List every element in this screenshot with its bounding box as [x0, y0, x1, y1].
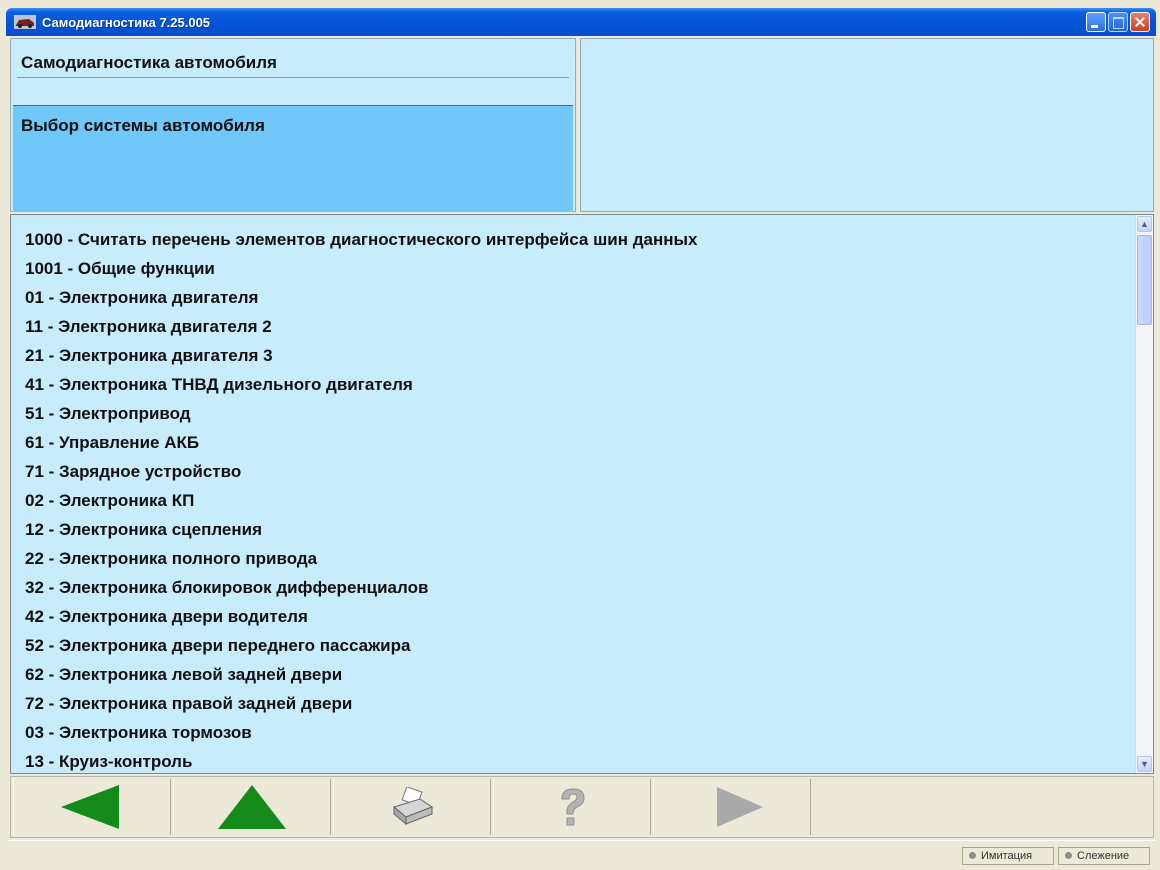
divider: [17, 77, 569, 78]
minimize-button[interactable]: [1086, 12, 1106, 32]
print-button[interactable]: [333, 779, 491, 835]
list-item[interactable]: 03 - Электроника тормозов: [11, 718, 1135, 747]
app-window: Самодиагностика 7.25.005 Самодиагностика…: [0, 0, 1160, 870]
scroll-thumb[interactable]: [1137, 235, 1152, 325]
status-dot-icon: [1065, 851, 1072, 859]
info-panel: [580, 38, 1154, 212]
list-item[interactable]: 01 - Электроника двигателя: [11, 283, 1135, 312]
list-item[interactable]: 21 - Электроника двигателя 3: [11, 341, 1135, 370]
system-list: 1000 - Считать перечень элементов диагно…: [10, 214, 1154, 774]
status-dot-icon: [969, 851, 976, 859]
list-item[interactable]: 51 - Электропривод: [11, 399, 1135, 428]
list-item[interactable]: 52 - Электроника двери переднего пассажи…: [11, 631, 1135, 660]
list-item[interactable]: 71 - Зарядное устройство: [11, 457, 1135, 486]
scroll-down-button[interactable]: ▼: [1137, 756, 1152, 772]
page-title: Самодиагностика автомобиля: [21, 53, 277, 72]
title-bar[interactable]: Самодиагностика 7.25.005: [6, 8, 1156, 36]
status-imitation-label: Имитация: [981, 850, 1033, 862]
list-item[interactable]: 42 - Электроника двери водителя: [11, 602, 1135, 631]
help-icon: [561, 788, 585, 826]
list-item[interactable]: 72 - Электроника правой задней двери: [11, 689, 1135, 718]
up-arrow-icon: [218, 785, 286, 829]
scroll-up-button[interactable]: ▲: [1137, 216, 1152, 232]
vertical-scrollbar[interactable]: ▲ ▼: [1135, 215, 1153, 773]
current-step-label: Выбор системы автомобиля: [21, 116, 265, 135]
current-step-box: Выбор системы автомобиля: [13, 105, 573, 212]
list-item[interactable]: 41 - Электроника ТНВД дизельного двигате…: [11, 370, 1135, 399]
list-item[interactable]: 22 - Электроника полного привода: [11, 544, 1135, 573]
list-item[interactable]: 32 - Электроника блокировок дифференциал…: [11, 573, 1135, 602]
car-icon: [14, 15, 36, 29]
list-item[interactable]: 1001 - Общие функции: [11, 254, 1135, 283]
printer-icon: [392, 787, 434, 826]
list-item[interactable]: 1000 - Считать перечень элементов диагно…: [11, 225, 1135, 254]
list-item[interactable]: 11 - Электроника двигателя 2: [11, 312, 1135, 341]
status-tracking-label: Слежение: [1077, 850, 1130, 862]
status-bar: Имитация Слежение: [8, 840, 1156, 867]
list-item[interactable]: 13 - Круиз-контроль: [11, 747, 1135, 773]
bottom-toolbar: [10, 776, 1154, 838]
list-item[interactable]: 61 - Управление АКБ: [11, 428, 1135, 457]
list-item[interactable]: 12 - Электроника сцепления: [11, 515, 1135, 544]
up-button[interactable]: [173, 779, 331, 835]
status-tracking: Слежение: [1058, 847, 1150, 865]
list-item[interactable]: 02 - Электроника КП: [11, 486, 1135, 515]
back-button[interactable]: [13, 779, 171, 835]
header-panel: Самодиагностика автомобиля Выбор системы…: [10, 38, 576, 212]
help-button[interactable]: [493, 779, 651, 835]
status-imitation: Имитация: [962, 847, 1054, 865]
back-arrow-icon: [61, 785, 119, 829]
forward-arrow-icon: [717, 787, 763, 827]
window-title: Самодиагностика 7.25.005: [42, 15, 211, 30]
forward-button[interactable]: [653, 779, 811, 835]
maximize-button[interactable]: [1108, 12, 1128, 32]
client-area: Самодиагностика автомобиля Выбор системы…: [8, 36, 1156, 868]
system-list-items: 1000 - Считать перечень элементов диагно…: [11, 225, 1135, 773]
close-button[interactable]: [1130, 12, 1150, 32]
list-item[interactable]: 62 - Электроника левой задней двери: [11, 660, 1135, 689]
